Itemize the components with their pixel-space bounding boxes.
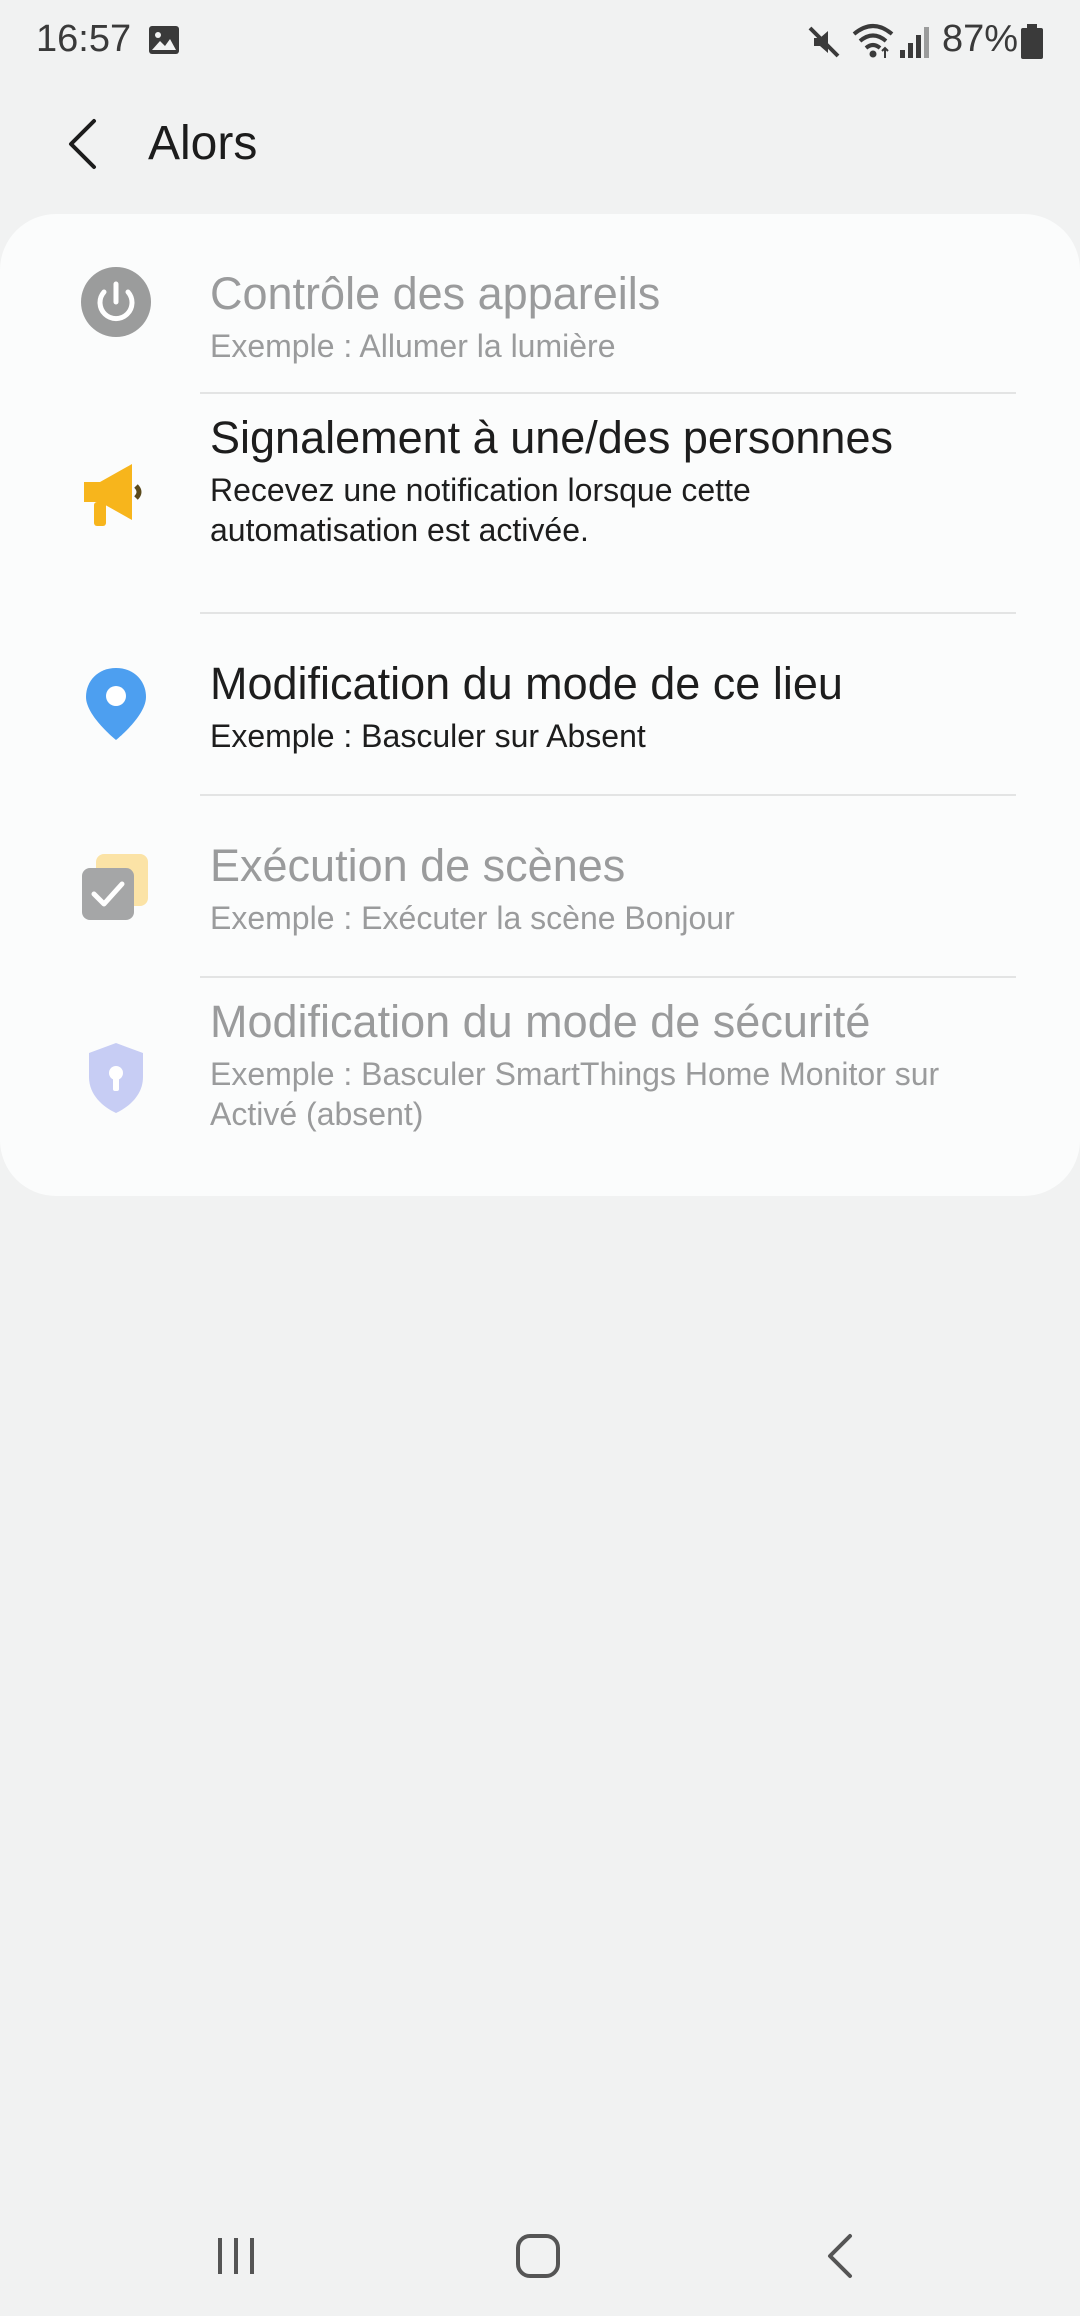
action-list-card: Contrôle des appareils Exemple : Allumer… [0, 214, 1080, 1196]
signal-icon [900, 27, 929, 58]
chevron-left-icon [69, 119, 96, 169]
page-title: Alors [148, 117, 258, 170]
item-subtitle: Exemple : Exécuter la scène Bonjour [210, 900, 735, 936]
nav-back-button[interactable] [790, 2216, 890, 2296]
status-bar: 16:57 87% [0, 0, 1080, 84]
wifi-icon [852, 24, 894, 58]
back-arrow-icon [828, 2234, 852, 2278]
list-item-location-mode[interactable]: Modification du mode de ce lieu Exemple … [0, 614, 1080, 794]
power-icon [76, 262, 156, 342]
gallery-icon [149, 26, 179, 54]
location-pin-icon [76, 664, 156, 744]
item-subtitle: Exemple : Basculer sur Absent [210, 718, 646, 754]
item-title: Exécution de scènes [210, 840, 626, 891]
home-button[interactable] [488, 2216, 588, 2296]
security-shield-icon [76, 1038, 156, 1118]
battery-icon [1021, 24, 1043, 59]
mute-icon [808, 26, 840, 58]
list-item-notify-people[interactable]: Signalement à une/des personnes Recevez … [0, 394, 1080, 594]
list-item-scene-execution[interactable]: Exécution de scènes Exemple : Exécuter l… [0, 796, 1080, 976]
app-header: Alors [0, 84, 1080, 204]
list-item-device-control[interactable]: Contrôle des appareils Exemple : Allumer… [0, 252, 1080, 392]
scene-check-icon [76, 848, 156, 928]
recent-apps-icon [218, 2238, 254, 2274]
item-title: Contrôle des appareils [210, 268, 661, 319]
item-subtitle: Recevez une notification lorsque cette a… [210, 472, 751, 548]
item-title: Modification du mode de sécurité [210, 996, 871, 1047]
recent-apps-button[interactable] [186, 2216, 286, 2296]
list-item-security-mode[interactable]: Modification du mode de sécurité Exemple… [0, 978, 1080, 1178]
battery-percentage: 87% [942, 18, 1019, 60]
back-button[interactable] [52, 114, 112, 174]
status-time: 16:57 [36, 18, 132, 60]
megaphone-icon [76, 454, 156, 534]
home-icon [516, 2234, 560, 2278]
item-subtitle: Exemple : Basculer SmartThings Home Moni… [210, 1056, 940, 1132]
item-title: Signalement à une/des personnes [210, 412, 893, 463]
item-title: Modification du mode de ce lieu [210, 658, 843, 709]
system-navigation-bar [0, 2196, 1080, 2316]
item-subtitle: Exemple : Allumer la lumière [210, 328, 616, 364]
